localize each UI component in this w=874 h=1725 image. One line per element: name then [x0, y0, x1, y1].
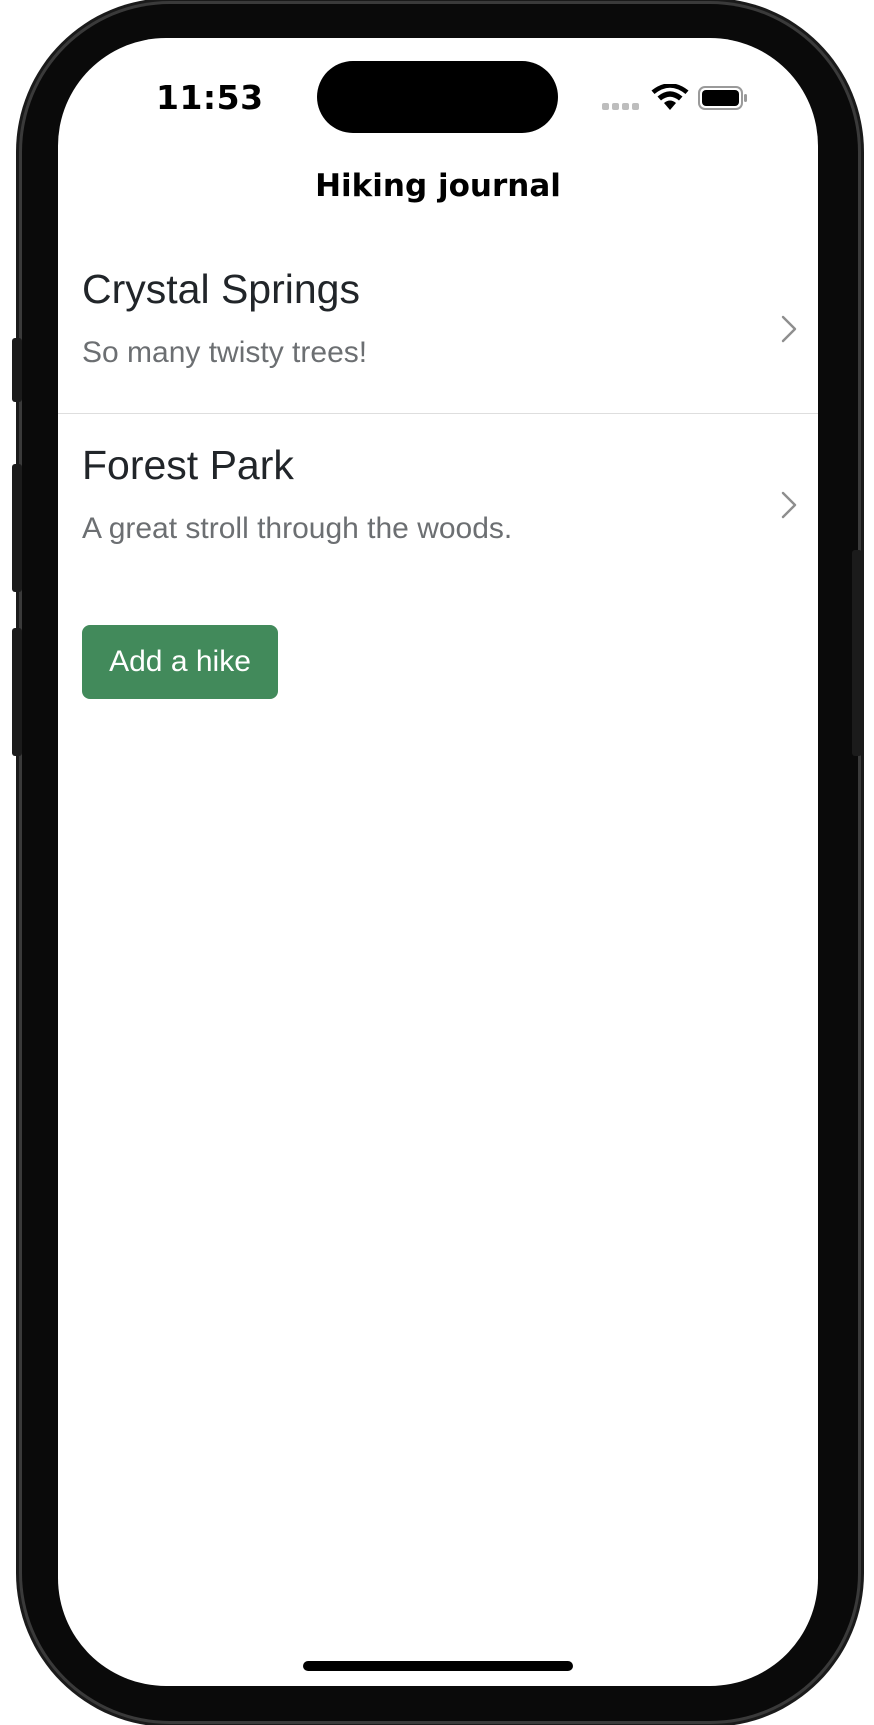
dynamic-island: [317, 61, 558, 133]
page-title: Hiking journal: [315, 168, 561, 204]
home-indicator[interactable]: [303, 1661, 573, 1671]
signal-icon: [602, 103, 640, 111]
app-screen: 11:53 Hiking journal Crystal Springs So …: [58, 38, 818, 1686]
hike-description: A great stroll through the woods.: [82, 512, 513, 545]
list-item[interactable]: Forest Park A great stroll through the w…: [58, 414, 818, 590]
wifi-icon: [651, 84, 689, 110]
battery-icon: [698, 86, 747, 110]
list-item[interactable]: Crystal Springs So many twisty trees!: [58, 238, 818, 414]
chevron-right-icon: [781, 315, 797, 343]
chevron-right-icon: [781, 491, 797, 519]
hike-title: Forest Park: [82, 442, 294, 488]
action-button: [12, 338, 22, 402]
status-time: 11:53: [156, 78, 264, 117]
hike-list: Crystal Springs So many twisty trees! Fo…: [58, 238, 818, 590]
add-hike-button[interactable]: Add a hike: [82, 625, 278, 699]
hike-description: So many twisty trees!: [82, 336, 368, 369]
volume-up-button: [12, 464, 22, 592]
power-button: [852, 550, 862, 756]
hike-title: Crystal Springs: [82, 266, 360, 312]
volume-down-button: [12, 628, 22, 756]
